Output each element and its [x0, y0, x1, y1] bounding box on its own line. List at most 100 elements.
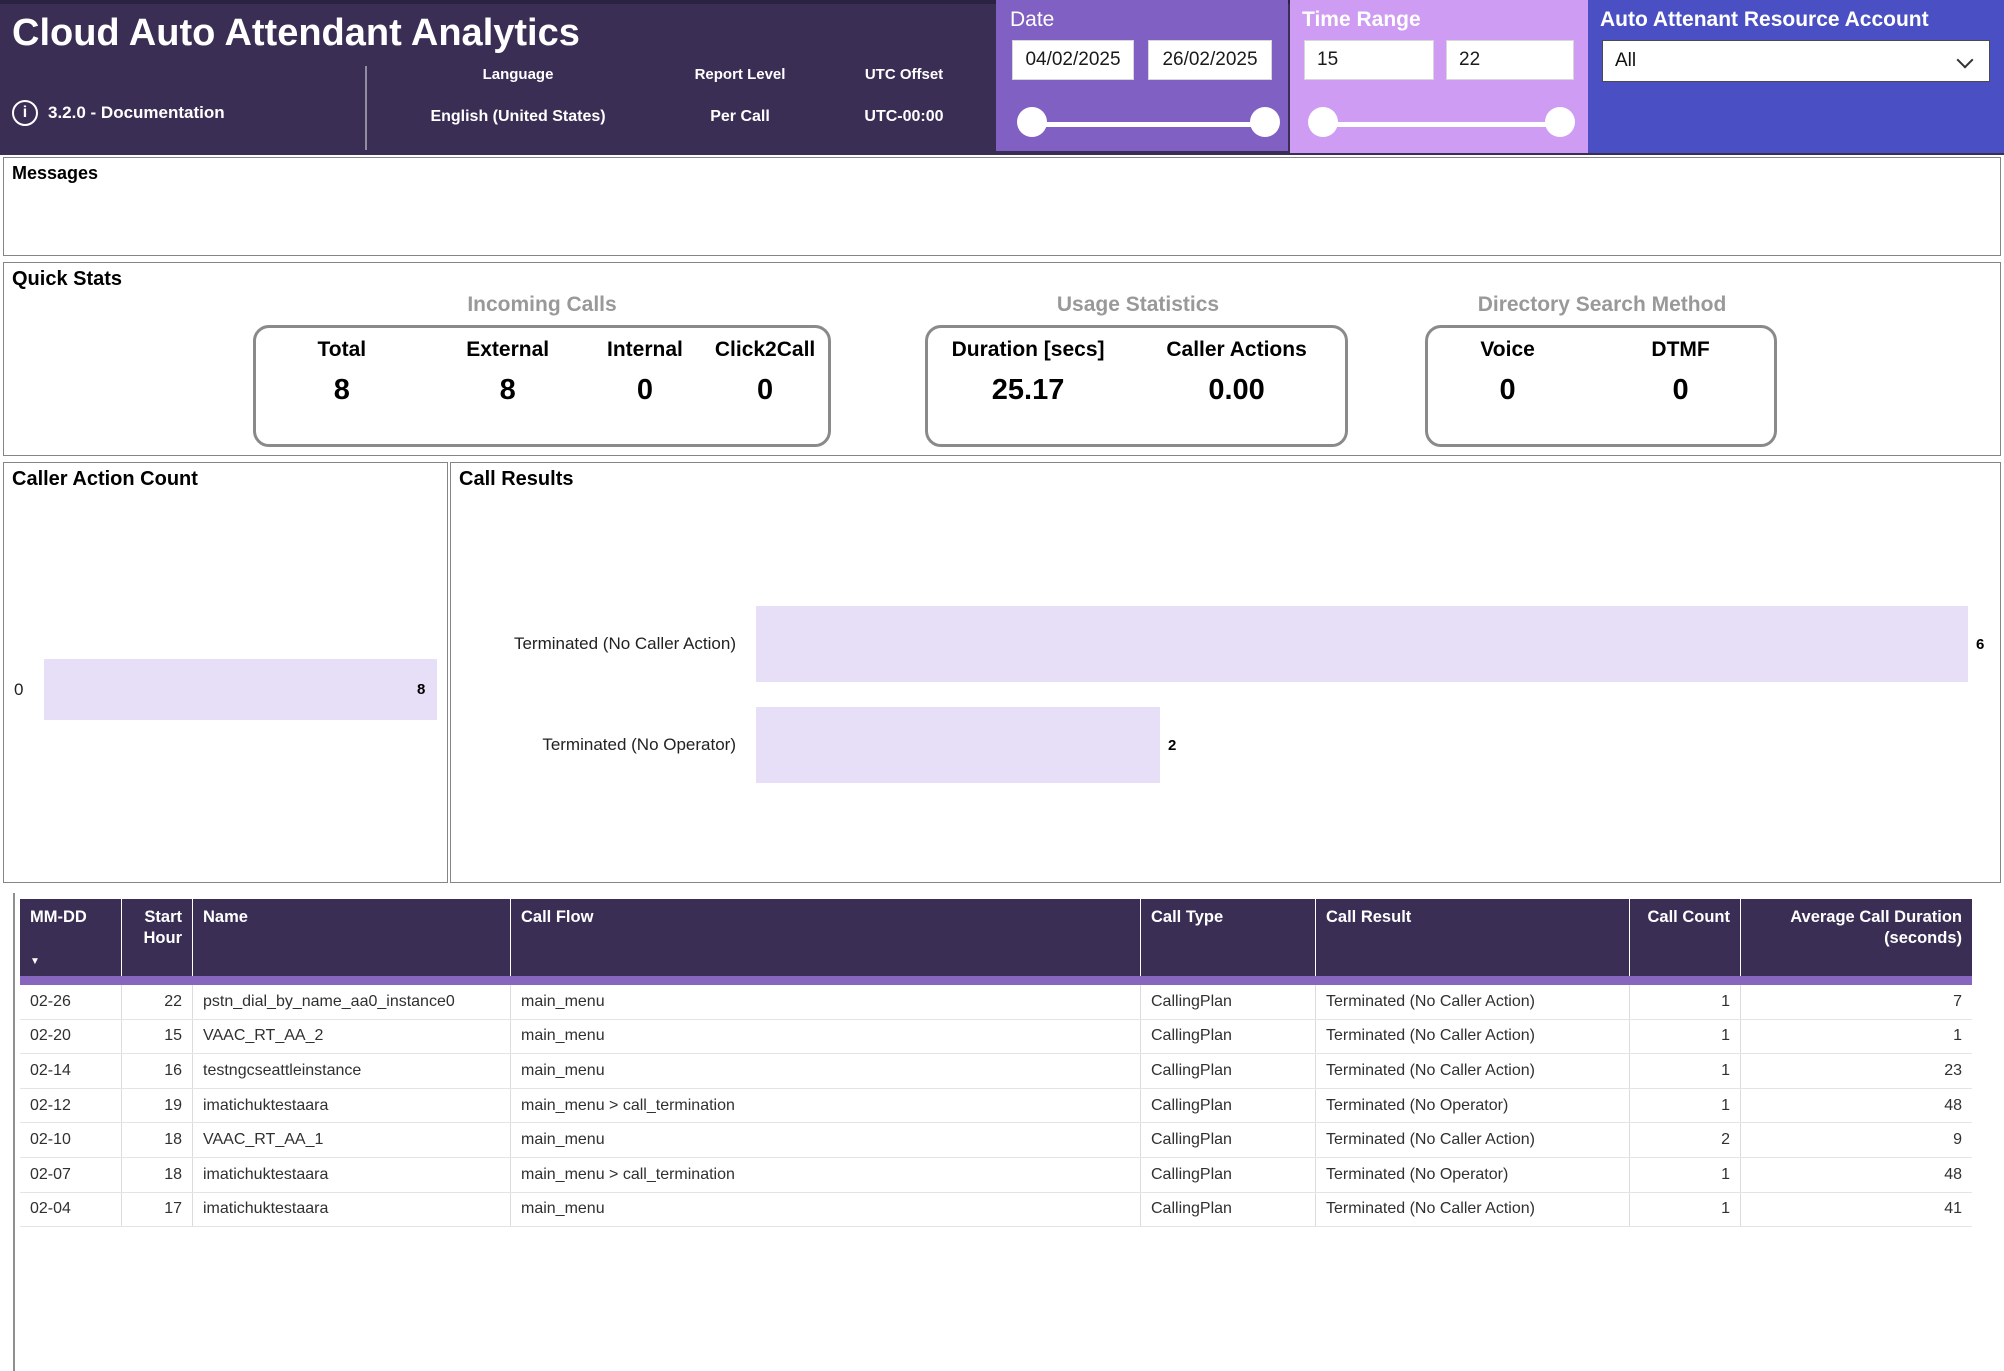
- table-cell: imatichuktestaara: [193, 1158, 511, 1192]
- time-end-input[interactable]: [1446, 40, 1574, 80]
- table-cell: 9: [1741, 1123, 1972, 1157]
- date-slider-track[interactable]: [1032, 122, 1265, 127]
- table-cell: VAAC_RT_AA_2: [193, 1020, 511, 1054]
- chevron-down-icon[interactable]: [1957, 52, 1974, 69]
- table-cell: 02-07: [20, 1158, 122, 1192]
- table-cell: 16: [122, 1054, 193, 1088]
- report-header: Cloud Auto Attendant Analytics i 3.2.0 -…: [0, 0, 2004, 155]
- resource-account-label: Auto Attenant Resource Account: [1600, 8, 1929, 32]
- table-cell: 48: [1741, 1089, 1972, 1123]
- table-cell: 18: [122, 1123, 193, 1157]
- info-icon[interactable]: i: [12, 100, 38, 126]
- call-results-chart: Call Results Terminated (No Caller Actio…: [450, 462, 2001, 883]
- column-header-start-hour[interactable]: Start Hour: [122, 899, 193, 976]
- resource-account-dropdown[interactable]: All: [1602, 40, 1990, 82]
- stat-dtmf-label: DTMF: [1587, 338, 1774, 362]
- column-header-call-count[interactable]: Call Count: [1630, 899, 1741, 976]
- page-title: Cloud Auto Attendant Analytics: [12, 12, 580, 55]
- table-cell: 2: [1630, 1123, 1741, 1157]
- stat-external-label: External: [428, 338, 588, 362]
- stat-click2call-value: 0: [702, 374, 828, 407]
- utc-offset-value: UTC-00:00: [784, 108, 1024, 126]
- time-start-input[interactable]: [1304, 40, 1434, 80]
- stat-click2call-label: Click2Call: [702, 338, 828, 362]
- stat-voice: Voice 0: [1428, 328, 1587, 444]
- bar-category-label: Terminated (No Operator): [451, 707, 746, 783]
- column-header-call-result[interactable]: Call Result: [1316, 899, 1630, 976]
- column-header-mm-dd[interactable]: MM-DD▼: [20, 899, 122, 976]
- table-row: 02-1018VAAC_RT_AA_1main_menuCallingPlanT…: [20, 1123, 1972, 1158]
- bar-segment[interactable]: [756, 707, 1160, 783]
- caller-action-count-title: Caller Action Count: [12, 468, 198, 491]
- stat-internal: Internal 0: [588, 328, 702, 444]
- bar-segment[interactable]: [756, 606, 1968, 682]
- time-slider-track[interactable]: [1323, 122, 1560, 127]
- table-cell: CallingPlan: [1141, 1020, 1316, 1054]
- table-cell: CallingPlan: [1141, 1158, 1316, 1192]
- table-cell: Terminated (No Caller Action): [1316, 985, 1630, 1019]
- call-results-title: Call Results: [459, 468, 573, 491]
- table-cell: Terminated (No Caller Action): [1316, 1020, 1630, 1054]
- table-cell: 1: [1630, 1020, 1741, 1054]
- stat-voice-label: Voice: [1428, 338, 1587, 362]
- resource-account-slicer: Auto Attenant Resource Account All: [1588, 0, 2004, 153]
- bar-category-label: 0: [4, 659, 34, 720]
- table-cell: main_menu: [511, 1054, 1141, 1088]
- bar-segment[interactable]: [44, 659, 437, 720]
- bar-value-label: 6: [1976, 606, 1984, 682]
- column-header-call-flow[interactable]: Call Flow: [511, 899, 1141, 976]
- stat-external-value: 8: [428, 374, 588, 407]
- stat-caller-actions-value: 0.00: [1128, 374, 1345, 407]
- table-cell: 02-10: [20, 1123, 122, 1157]
- version-documentation-link[interactable]: 3.2.0 - Documentation: [48, 103, 225, 123]
- table-cell: VAAC_RT_AA_1: [193, 1123, 511, 1157]
- bar-value-label: 8: [417, 659, 425, 720]
- time-slider-handle-end[interactable]: [1545, 107, 1575, 137]
- stat-total-label: Total: [256, 338, 428, 362]
- stat-internal-label: Internal: [588, 338, 702, 362]
- table-row: 02-0417imatichuktestaaramain_menuCalling…: [20, 1193, 1972, 1228]
- column-header-average-call-duration-seconds[interactable]: Average Call Duration (seconds): [1741, 899, 1972, 976]
- table-cell: 1: [1741, 1020, 1972, 1054]
- stat-external: External 8: [428, 328, 588, 444]
- table-cell: main_menu > call_termination: [511, 1089, 1141, 1123]
- meta-utc-offset: UTC Offset UTC-00:00: [784, 66, 1024, 126]
- table-cell: Terminated (No Operator): [1316, 1089, 1630, 1123]
- table-cell: 1: [1630, 1193, 1741, 1227]
- table-cell: 17: [122, 1193, 193, 1227]
- messages-panel: Messages: [3, 157, 2001, 256]
- incoming-calls-box: Total 8 External 8 Internal 0 Click2Call…: [253, 325, 831, 447]
- table-cell: CallingPlan: [1141, 985, 1316, 1019]
- version-row: i 3.2.0 - Documentation: [12, 100, 225, 126]
- table-cell: CallingPlan: [1141, 1054, 1316, 1088]
- table-cell: Terminated (No Operator): [1316, 1158, 1630, 1192]
- sort-descending-icon[interactable]: ▼: [30, 955, 40, 968]
- report-canvas: Cloud Auto Attendant Analytics i 3.2.0 -…: [0, 0, 2004, 1371]
- directory-search-heading: Directory Search Method: [1402, 293, 1802, 317]
- table-cell: Terminated (No Caller Action): [1316, 1193, 1630, 1227]
- table-row: 02-1219imatichuktestaaramain_menu > call…: [20, 1089, 1972, 1124]
- stat-voice-value: 0: [1428, 374, 1587, 407]
- date-slicer-label: Date: [1010, 8, 1054, 32]
- table-cell: 7: [1741, 985, 1972, 1019]
- date-start-input[interactable]: [1012, 40, 1134, 80]
- table-row: 02-2015VAAC_RT_AA_2main_menuCallingPlanT…: [20, 1020, 1972, 1055]
- stat-dtmf: DTMF 0: [1587, 328, 1774, 444]
- date-slider-handle-start[interactable]: [1017, 107, 1047, 137]
- table-body: 02-2622pstn_dial_by_name_aa0_instance0ma…: [20, 985, 1972, 1227]
- date-slider-handle-end[interactable]: [1250, 107, 1280, 137]
- messages-title: Messages: [12, 163, 98, 184]
- table-cell: pstn_dial_by_name_aa0_instance0: [193, 985, 511, 1019]
- usage-statistics-box: Duration [secs] 25.17 Caller Actions 0.0…: [925, 325, 1348, 447]
- time-range-label: Time Range: [1302, 8, 1421, 32]
- table-cell: 22: [122, 985, 193, 1019]
- date-end-input[interactable]: [1148, 40, 1272, 80]
- stat-total: Total 8: [256, 328, 428, 444]
- time-slider-handle-start[interactable]: [1308, 107, 1338, 137]
- resource-account-selected: All: [1615, 50, 1636, 72]
- table-cell: 41: [1741, 1193, 1972, 1227]
- column-header-name[interactable]: Name: [193, 899, 511, 976]
- bar-value-label: 2: [1168, 707, 1176, 783]
- stat-duration: Duration [secs] 25.17: [928, 328, 1128, 444]
- column-header-call-type[interactable]: Call Type: [1141, 899, 1316, 976]
